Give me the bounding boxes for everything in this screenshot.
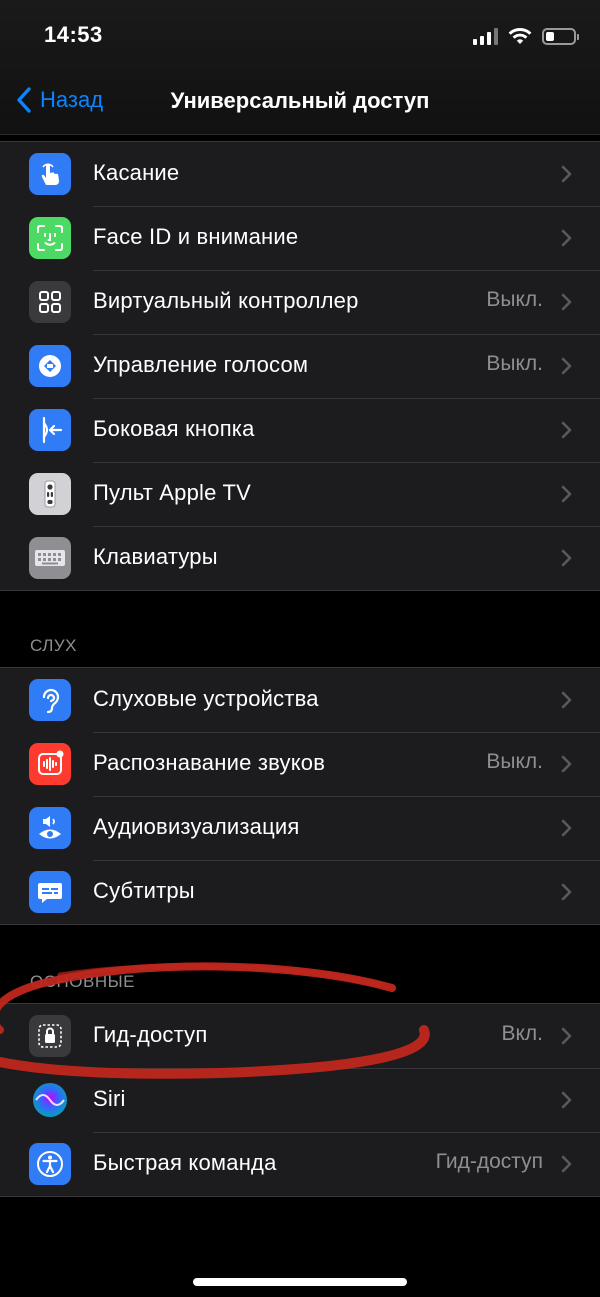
chevron-right-icon (561, 1091, 572, 1109)
row-switch-control[interactable]: Виртуальный контроллер Выкл. (0, 270, 600, 334)
row-subtitles[interactable]: Субтитры (0, 860, 600, 924)
row-label: Пульт Apple TV (93, 480, 251, 505)
chevron-right-icon (561, 883, 572, 901)
cellular-signal-icon (473, 27, 498, 45)
row-accessibility-shortcut[interactable]: Быстрая команда Гид-доступ (0, 1132, 600, 1196)
ear-icon (29, 679, 71, 721)
status-time: 14:53 (44, 22, 103, 47)
row-label: Аудиовизуализация (93, 814, 300, 839)
row-hearing-devices[interactable]: Слуховые устройства (0, 668, 600, 732)
home-indicator[interactable] (193, 1278, 407, 1286)
lock-icon (29, 1015, 71, 1057)
hand-icon (29, 153, 71, 195)
row-value: Выкл. (486, 352, 543, 375)
chevron-right-icon (561, 165, 572, 183)
chevron-right-icon (561, 691, 572, 709)
page-title: Универсальный доступ (170, 88, 430, 113)
faceid-icon (29, 217, 71, 259)
settings-group-interaction: Касание Face ID и внимание Виртуальный к… (0, 141, 600, 591)
row-label: Face ID и внимание (93, 224, 299, 249)
accessibility-icon (29, 1143, 71, 1185)
row-label: Siri (93, 1086, 126, 1111)
navigation-header: 14:53 Назад Универсальный доступ (0, 0, 600, 135)
row-label: Касание (93, 160, 180, 185)
row-label: Управление голосом (93, 352, 309, 377)
chevron-right-icon (561, 755, 572, 773)
chevron-right-icon (561, 293, 572, 311)
chevron-right-icon (561, 549, 572, 567)
row-face-id[interactable]: Face ID и внимание (0, 206, 600, 270)
row-value: Выкл. (486, 288, 543, 311)
row-label: Быстрая команда (93, 1150, 277, 1175)
row-voice-control[interactable]: Управление голосом Выкл. (0, 334, 600, 398)
row-value: Гид-доступ (435, 1150, 543, 1173)
voice-control-icon (29, 345, 71, 387)
row-label: Клавиатуры (93, 544, 218, 569)
row-side-button[interactable]: Боковая кнопка (0, 398, 600, 462)
chevron-right-icon (561, 485, 572, 503)
chevron-right-icon (561, 229, 572, 247)
row-sound-recognition[interactable]: Распознавание звуков Выкл. (0, 732, 600, 796)
row-label: Распознавание звуков (93, 750, 326, 775)
row-label: Слуховые устройства (93, 686, 319, 711)
chevron-right-icon (561, 819, 572, 837)
chevron-right-icon (561, 1155, 572, 1173)
chevron-right-icon (561, 421, 572, 439)
chevron-right-icon (561, 357, 572, 375)
chevron-right-icon (561, 1027, 572, 1045)
row-label: Боковая кнопка (93, 416, 255, 441)
row-siri[interactable]: Siri (0, 1068, 600, 1132)
row-guided-access[interactable]: Гид-доступ Вкл. (0, 1004, 600, 1068)
row-apple-tv-remote[interactable]: Пульт Apple TV (0, 462, 600, 526)
row-audio-visual[interactable]: Аудиовизуализация (0, 796, 600, 860)
keyboard-icon (29, 537, 71, 579)
remote-icon (29, 473, 71, 515)
row-value: Вкл. (501, 1022, 543, 1045)
section-header-hearing: СЛУХ (30, 636, 78, 655)
sound-recognition-icon (29, 743, 71, 785)
row-label: Виртуальный контроллер (93, 288, 359, 313)
siri-icon (29, 1079, 71, 1121)
settings-group-general: Гид-доступ Вкл. Siri Быстрая команда Гид… (0, 1003, 600, 1197)
row-label: Субтитры (93, 878, 195, 903)
battery-icon (542, 27, 579, 45)
grid-icon (29, 281, 71, 323)
settings-group-hearing: Слуховые устройства Распознавание звуков… (0, 667, 600, 925)
wifi-icon (508, 27, 532, 44)
section-header-general: ОСНОВНЫЕ (30, 972, 136, 991)
subtitles-icon (29, 871, 71, 913)
row-label: Гид-доступ (93, 1022, 208, 1047)
row-touch[interactable]: Касание (0, 142, 600, 206)
side-button-icon (29, 409, 71, 451)
row-value: Выкл. (486, 750, 543, 773)
status-icons (473, 24, 579, 48)
row-keyboards[interactable]: Клавиатуры (0, 526, 600, 590)
audio-visual-icon (29, 807, 71, 849)
